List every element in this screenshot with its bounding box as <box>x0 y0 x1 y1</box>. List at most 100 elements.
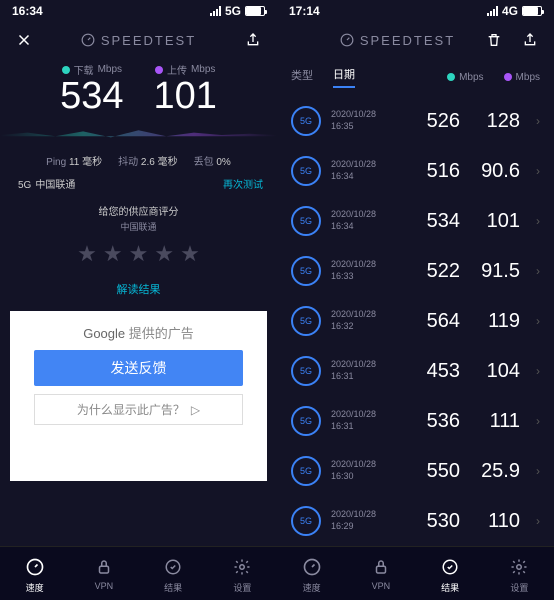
history-date: 2020/10/2816:34 <box>331 209 400 232</box>
history-download: 516 <box>410 160 460 183</box>
right-phone: 17:14 4G SPEEDTEST 类型 日期 Mbps Mbps 5G202… <box>277 0 554 600</box>
download-unit: Mbps <box>98 64 122 75</box>
history-download: 536 <box>410 410 460 433</box>
delete-button[interactable] <box>484 30 504 50</box>
chevron-right-icon: › <box>536 114 540 128</box>
chevron-right-icon: › <box>536 514 540 528</box>
history-download: 526 <box>410 110 460 133</box>
ad-why-text: 为什么显示此广告？ <box>77 401 185 418</box>
upload-dot-icon <box>155 66 163 74</box>
brand-label: SPEEDTEST <box>81 33 196 48</box>
results-icon <box>163 557 183 577</box>
history-upload: 110 <box>470 510 520 533</box>
signal-icon <box>487 6 498 16</box>
share-button[interactable] <box>520 30 540 50</box>
nav-settings-label: 设置 <box>233 581 251 594</box>
gauge-icon <box>81 33 95 47</box>
download-dot-icon <box>447 73 455 81</box>
nav-settings[interactable]: 设置 <box>509 557 529 594</box>
brand-text: SPEEDTEST <box>360 33 455 48</box>
history-date: 2020/10/2816:32 <box>331 309 400 332</box>
speed-wave-graphic <box>0 123 277 147</box>
download-col-header: Mbps <box>447 72 483 83</box>
chevron-right-icon: › <box>536 214 540 228</box>
jitter-value: 2.6 毫秒 <box>141 157 178 168</box>
play-icon: ▷ <box>191 403 200 417</box>
top-bar: SPEEDTEST <box>0 22 277 58</box>
network-badge: 5G <box>291 356 321 386</box>
nav-vpn-label: VPN <box>372 581 391 591</box>
lock-icon <box>94 557 114 577</box>
interpret-link[interactable]: 解读结果 <box>0 273 277 305</box>
nav-vpn-label: VPN <box>95 581 114 591</box>
history-row[interactable]: 5G2020/10/2816:34534101› <box>283 196 548 246</box>
nav-vpn[interactable]: VPN <box>94 557 114 594</box>
chevron-right-icon: › <box>536 464 540 478</box>
nav-results-label: 结果 <box>441 581 459 594</box>
star-icon[interactable]: ★ <box>154 241 174 267</box>
star-icon[interactable]: ★ <box>103 241 123 267</box>
star-icon[interactable]: ★ <box>129 241 149 267</box>
history-row[interactable]: 5G2020/10/2816:3352291.5› <box>283 246 548 296</box>
chevron-right-icon: › <box>536 364 540 378</box>
tab-date[interactable]: 日期 <box>333 66 355 88</box>
gear-icon <box>509 557 529 577</box>
history-row[interactable]: 5G2020/10/2816:3055025.9› <box>283 446 548 496</box>
history-row[interactable]: 5G2020/10/2816:32564119› <box>283 296 548 346</box>
history-download: 530 <box>410 510 460 533</box>
lock-icon <box>371 557 391 577</box>
history-upload: 25.9 <box>470 460 520 483</box>
nav-speed-label: 速度 <box>303 581 321 594</box>
status-right: 4G <box>487 4 542 18</box>
retest-link[interactable]: 再次测试 <box>223 176 263 191</box>
nav-results[interactable]: 结果 <box>163 557 183 594</box>
star-icon[interactable]: ★ <box>180 241 200 267</box>
network-badge: 5G <box>291 506 321 536</box>
upload-col-header: Mbps <box>504 72 540 83</box>
history-row[interactable]: 5G 2020/10/2816:31 536 111 › <box>283 396 548 446</box>
gauge-icon <box>340 33 354 47</box>
history-tabs: 类型 日期 Mbps Mbps <box>277 58 554 96</box>
history-row[interactable]: 5G2020/10/2816:29530110› <box>283 496 548 546</box>
signal-icon <box>210 6 221 16</box>
history-row[interactable]: 5G2020/10/2816:35526128› <box>283 96 548 146</box>
network-badge: 5G <box>291 406 321 436</box>
ad-feedback-button[interactable]: 发送反馈 <box>34 350 244 386</box>
network-badge: 5G <box>291 456 321 486</box>
status-time: 16:34 <box>12 4 43 18</box>
provider-row: 5G中国联通 再次测试 <box>0 170 277 197</box>
share-button[interactable] <box>243 30 263 50</box>
nav-settings-label: 设置 <box>510 581 528 594</box>
nav-vpn[interactable]: VPN <box>371 557 391 594</box>
history-date: 2020/10/2816:31 <box>331 409 400 432</box>
history-upload: 119 <box>470 310 520 333</box>
star-icon[interactable]: ★ <box>77 241 97 267</box>
tab-type[interactable]: 类型 <box>291 67 313 87</box>
ad-container: Google 提供的广告 发送反馈 为什么显示此广告？▷ <box>10 311 267 481</box>
history-row[interactable]: 5G2020/10/2816:3451690.6› <box>283 146 548 196</box>
close-icon <box>15 31 33 49</box>
ad-suffix-text: 提供的广告 <box>129 326 194 341</box>
ad-why-button[interactable]: 为什么显示此广告？ ▷ <box>34 394 244 425</box>
loss-value: 0% <box>216 157 230 168</box>
chevron-right-icon: › <box>536 414 540 428</box>
chevron-right-icon: › <box>536 314 540 328</box>
history-row[interactable]: 5G2020/10/2816:31453104› <box>283 346 548 396</box>
nav-results[interactable]: 结果 <box>440 557 460 594</box>
nav-speed[interactable]: 速度 <box>25 557 45 594</box>
rating-subtitle: 中国联通 <box>0 220 277 233</box>
ping-label: Ping <box>46 157 66 168</box>
close-button[interactable] <box>14 30 34 50</box>
rating-block: 给您的供应商评分 中国联通 ★ ★ ★ ★ ★ <box>0 197 277 273</box>
speed-results: 下载 Mbps 534 上传 Mbps 101 <box>0 58 277 119</box>
nav-speed[interactable]: 速度 <box>302 557 322 594</box>
history-date: 2020/10/2816:31 <box>331 359 400 382</box>
star-rating[interactable]: ★ ★ ★ ★ ★ <box>0 241 277 267</box>
jitter-label: 抖动 <box>118 157 138 168</box>
status-time: 17:14 <box>289 4 320 18</box>
history-upload: 104 <box>470 360 520 383</box>
nav-settings[interactable]: 设置 <box>232 557 252 594</box>
history-upload: 111 <box>470 410 520 433</box>
history-list[interactable]: 5G2020/10/2816:35526128›5G2020/10/2816:3… <box>277 96 554 600</box>
nav-results-label: 结果 <box>164 581 182 594</box>
